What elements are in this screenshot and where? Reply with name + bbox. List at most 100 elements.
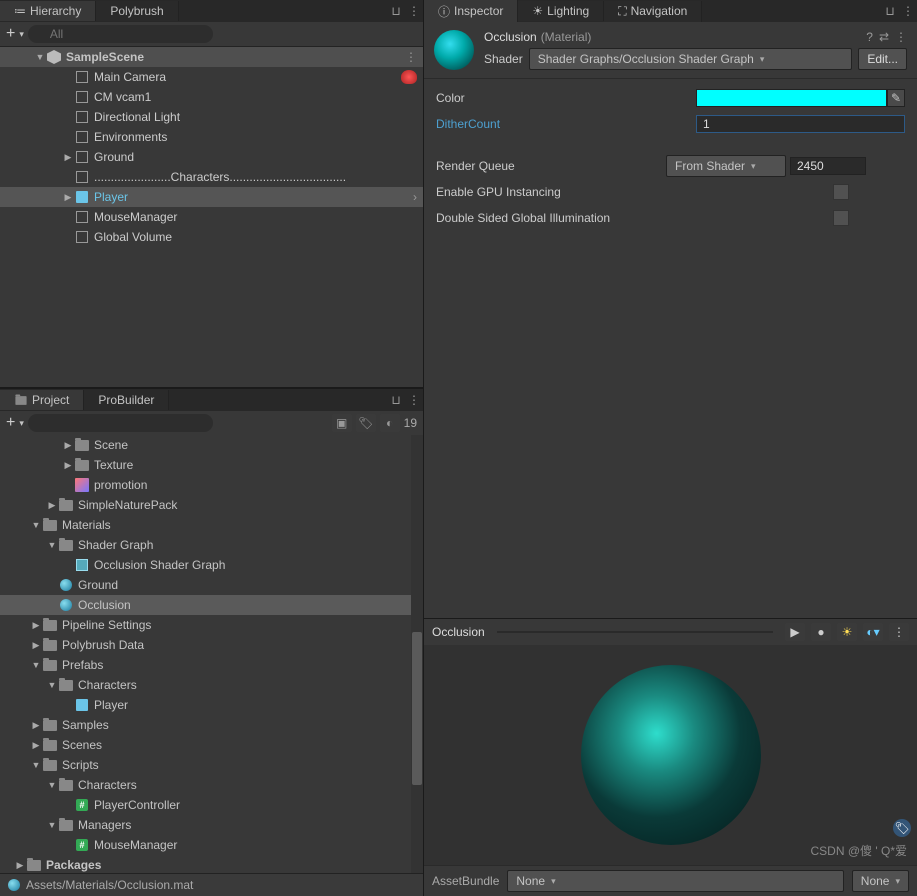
project-tabbar: Project ProBuilder ⊔ ⋮	[0, 389, 423, 411]
material-properties: Color ✎ DitherCount Render Queue From Sh…	[424, 79, 917, 237]
dithercount-input[interactable]	[696, 115, 905, 133]
tab-inspector[interactable]: ⓘ Inspector	[424, 0, 518, 23]
filter-label-icon[interactable]: 🏷	[356, 414, 376, 432]
project-item[interactable]: ▶Scene	[0, 435, 423, 455]
preview-title: Occlusion	[432, 625, 485, 639]
project-item[interactable]: #MouseManager	[0, 835, 423, 855]
dithercount-label[interactable]: DitherCount	[436, 117, 696, 131]
play-icon[interactable]: ▶	[785, 623, 805, 641]
hierarchy-tree[interactable]: ▼SampleScene⋮Main CameraCM vcam1Directio…	[0, 47, 423, 387]
lock-icon[interactable]: ⊔	[881, 2, 899, 20]
tab-lighting[interactable]: ☀ Lighting	[518, 1, 604, 21]
project-item[interactable]: Ground	[0, 575, 423, 595]
menu-icon[interactable]: ⋮	[405, 2, 423, 20]
inspector-tabbar: ⓘ Inspector ☀ Lighting ⛶ Navigation ⊔ ⋮	[424, 0, 917, 22]
edit-button[interactable]: Edit...	[858, 48, 907, 70]
hierarchy-item[interactable]: ▶Ground	[0, 147, 423, 167]
project-item[interactable]: ▼Prefabs	[0, 655, 423, 675]
project-item[interactable]: ▼Characters	[0, 675, 423, 695]
status-path: Assets/Materials/Occlusion.mat	[26, 878, 193, 892]
project-search-input[interactable]	[28, 414, 213, 432]
renderqueue-label: Render Queue	[436, 159, 666, 173]
menu-icon[interactable]: ⋮	[889, 623, 909, 641]
project-item[interactable]: ▶Pipeline Settings	[0, 615, 423, 635]
hierarchy-search-input[interactable]	[28, 25, 213, 43]
hierarchy-item[interactable]: CM vcam1	[0, 87, 423, 107]
tab-probuilder[interactable]: ProBuilder	[84, 390, 169, 410]
tab-label: Inspector	[454, 4, 503, 18]
tab-label: Navigation	[631, 4, 688, 18]
project-item[interactable]: #PlayerController	[0, 795, 423, 815]
shader-dropdown[interactable]: Shader Graphs/Occlusion Shader Graph	[529, 48, 853, 70]
project-item[interactable]: ▶Polybrush Data	[0, 635, 423, 655]
project-toolbar: + ▾ ▣ 🏷 ◐ 19	[0, 411, 423, 435]
info-icon: ⓘ	[438, 3, 450, 20]
hierarchy-item[interactable]: Global Volume	[0, 227, 423, 247]
sun-icon: ☀	[532, 4, 543, 18]
material-type: (Material)	[541, 30, 592, 44]
hierarchy-item[interactable]: Directional Light	[0, 107, 423, 127]
project-item[interactable]: ▼Shader Graph	[0, 535, 423, 555]
menu-icon[interactable]: ⋮	[405, 50, 417, 64]
project-item[interactable]: Occlusion	[0, 595, 423, 615]
menu-icon[interactable]: ⋮	[895, 30, 907, 44]
project-item[interactable]: ▼Materials	[0, 515, 423, 535]
lock-icon[interactable]: ⊔	[387, 2, 405, 20]
tab-polybrush[interactable]: Polybrush	[96, 1, 178, 21]
project-item[interactable]: promotion	[0, 475, 423, 495]
tab-label: Lighting	[547, 4, 589, 18]
hierarchy-item[interactable]: Environments	[0, 127, 423, 147]
scene-row[interactable]: ▼SampleScene⋮	[0, 47, 423, 67]
filter-type-icon[interactable]: ▣	[332, 414, 352, 432]
project-item[interactable]: ▼Scripts	[0, 755, 423, 775]
hierarchy-item[interactable]: ▶Player›	[0, 187, 423, 207]
tag-bubble-icon[interactable]: 🏷	[893, 819, 911, 837]
tab-navigation[interactable]: ⛶ Navigation	[604, 1, 702, 22]
color-swatch[interactable]	[696, 89, 887, 107]
hierarchy-item[interactable]: MouseManager	[0, 207, 423, 227]
renderqueue-dropdown[interactable]: From Shader	[666, 155, 786, 177]
hierarchy-item[interactable]: .......................Characters.......…	[0, 167, 423, 187]
project-item[interactable]: ▼Characters	[0, 775, 423, 795]
material-name: Occlusion	[484, 30, 537, 44]
assetbundle-variant-dropdown[interactable]: None	[852, 870, 909, 892]
renderqueue-input[interactable]	[790, 157, 866, 175]
visibility-icon[interactable]: ◐	[380, 414, 400, 432]
project-item[interactable]: ▶Scenes	[0, 735, 423, 755]
tab-hierarchy[interactable]: ≔ Hierarchy	[0, 1, 96, 21]
project-item[interactable]: ▶Packages	[0, 855, 423, 873]
preset-icon[interactable]: ⇄	[879, 30, 889, 44]
sphere-icon[interactable]: ●	[811, 623, 831, 641]
gpu-instancing-checkbox[interactable]	[833, 184, 849, 200]
project-item[interactable]: Occlusion Shader Graph	[0, 555, 423, 575]
dropdown-arrow-icon[interactable]: ▾	[19, 418, 24, 429]
project-item[interactable]: ▼Managers	[0, 815, 423, 835]
reflection-icon[interactable]: ◐▾	[863, 623, 883, 641]
tab-project[interactable]: Project	[0, 390, 84, 410]
assetbundle-dropdown[interactable]: None	[507, 870, 843, 892]
project-item[interactable]: Player	[0, 695, 423, 715]
help-icon[interactable]: ?	[866, 30, 873, 44]
create-button[interactable]: +	[6, 414, 15, 432]
menu-icon[interactable]: ⋮	[405, 391, 423, 409]
color-picker-icon[interactable]: ✎	[887, 89, 905, 107]
project-item[interactable]: ▶SimpleNaturePack	[0, 495, 423, 515]
hierarchy-item[interactable]: Main Camera	[0, 67, 423, 87]
assetbundle-footer: AssetBundle None None	[424, 865, 917, 896]
preview-sphere[interactable]	[581, 665, 761, 845]
project-item[interactable]: ▶Texture	[0, 455, 423, 475]
menu-icon[interactable]: ⋮	[899, 2, 917, 20]
hierarchy-toolbar: + ▾	[0, 22, 423, 47]
lock-icon[interactable]: ⊔	[387, 391, 405, 409]
assetbundle-label: AssetBundle	[432, 874, 499, 888]
nav-icon: ⛶	[618, 4, 626, 19]
create-button[interactable]: +	[6, 25, 15, 43]
assetbundle-value: None	[516, 874, 545, 888]
light-icon[interactable]: ☀	[837, 623, 857, 641]
project-item[interactable]: ▶Samples	[0, 715, 423, 735]
scrollbar[interactable]	[411, 435, 423, 873]
project-tree[interactable]: ▶Scene▶Texturepromotion▶SimpleNaturePack…	[0, 435, 423, 873]
assetbundle-variant: None	[861, 874, 890, 888]
dsgi-checkbox[interactable]	[833, 210, 849, 226]
dropdown-arrow-icon[interactable]: ▾	[19, 29, 24, 40]
